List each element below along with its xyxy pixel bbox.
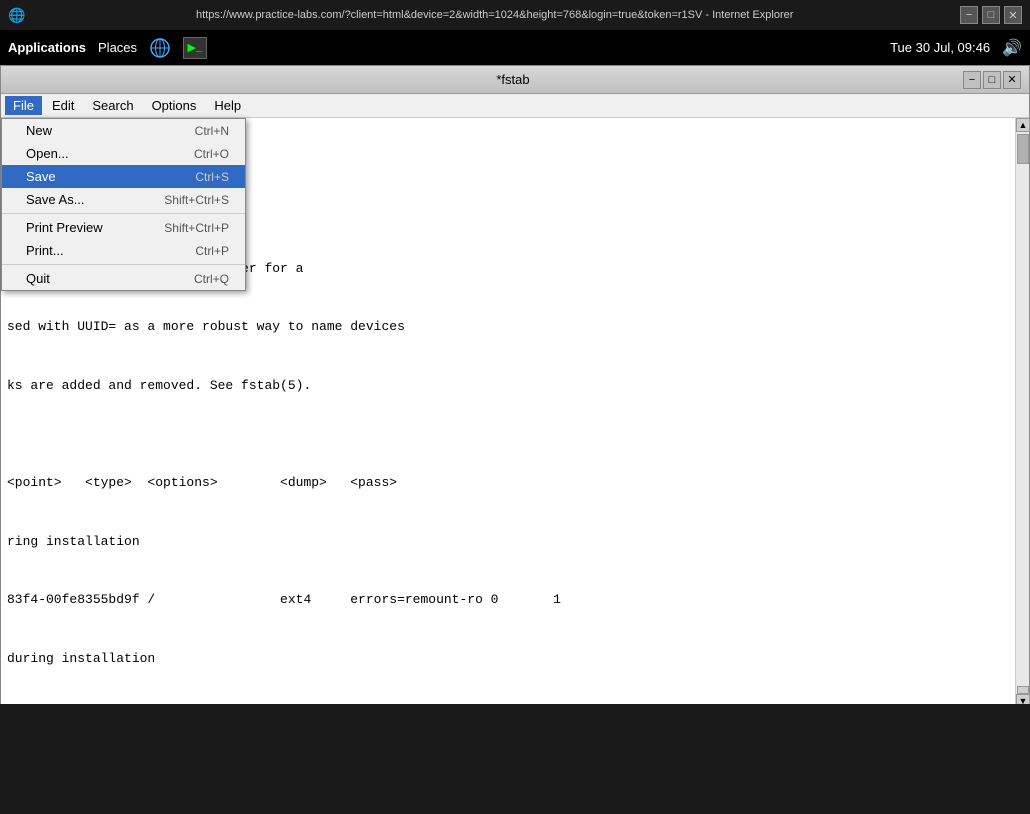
desktop-bottom-area — [0, 704, 1030, 814]
editor-window: *fstab − □ ✕ File Edit Search Options He… — [0, 65, 1030, 704]
browser-close-button[interactable]: ✕ — [1004, 6, 1022, 24]
browser-titlebar: 🌐 https://www.practice-labs.com/?client=… — [0, 0, 1030, 30]
browser-minimize-button[interactable]: − — [960, 6, 978, 24]
terminal-launcher[interactable]: ▶_ — [183, 37, 207, 59]
menu-save-label: Save — [26, 169, 56, 184]
browser-window-controls: − □ ✕ — [960, 6, 1022, 24]
applications-menu[interactable]: Applications — [8, 40, 86, 55]
content-line: ks are added and removed. See fstab(5). — [7, 376, 997, 396]
volume-icon[interactable]: 🔊 — [1002, 38, 1022, 58]
menu-print-preview-shortcut: Shift+Ctrl+P — [164, 221, 229, 235]
editor-window-controls: − □ ✕ — [963, 71, 1021, 89]
separator-2 — [2, 264, 245, 265]
desktop-taskbar: Applications Places ▶_ Tue 30 Jul, 09:46… — [0, 30, 1030, 65]
menu-print-preview[interactable]: Print Preview Shift+Ctrl+P — [2, 216, 245, 239]
menu-print-shortcut: Ctrl+P — [195, 244, 229, 258]
menu-open-shortcut: Ctrl+O — [194, 147, 229, 161]
menu-file[interactable]: File — [5, 96, 42, 115]
browser-launcher[interactable] — [149, 37, 171, 59]
vertical-scrollbar[interactable]: ▲ ▼ — [1015, 118, 1029, 708]
menu-options[interactable]: Options — [144, 96, 205, 115]
scrollbar-thumb[interactable] — [1017, 134, 1029, 164]
content-line: sed with UUID= as a more robust way to n… — [7, 317, 997, 337]
vm-desktop: *fstab − □ ✕ File Edit Search Options He… — [0, 65, 1030, 704]
menu-save-as-label: Save As... — [26, 192, 85, 207]
content-line: ring installation — [7, 532, 997, 552]
menu-quit-label: Quit — [26, 271, 50, 286]
menu-save-as[interactable]: Save As... Shift+Ctrl+S — [2, 188, 245, 211]
content-line: during installation — [7, 649, 997, 669]
menu-new-shortcut: Ctrl+N — [195, 124, 229, 138]
menu-print-preview-label: Print Preview — [26, 220, 103, 235]
scrollbar-middle-btn[interactable] — [1017, 686, 1029, 694]
scroll-up-button[interactable]: ▲ — [1016, 118, 1030, 132]
places-menu[interactable]: Places — [98, 40, 137, 55]
menu-quit-shortcut: Ctrl+Q — [194, 272, 229, 286]
browser-restore-button[interactable]: □ — [982, 6, 1000, 24]
menu-print-label: Print... — [26, 243, 64, 258]
menu-open[interactable]: Open... Ctrl+O — [2, 142, 245, 165]
menu-new[interactable]: New Ctrl+N — [2, 119, 245, 142]
editor-menubar: File Edit Search Options Help — [1, 94, 1029, 118]
menu-edit[interactable]: Edit — [44, 96, 82, 115]
file-menu-dropdown: New Ctrl+N Open... Ctrl+O Save Ctrl+S Sa… — [1, 118, 246, 291]
editor-restore-button[interactable]: □ — [983, 71, 1001, 89]
content-line: <point> <type> <options> <dump> <pass> — [7, 473, 997, 493]
menu-print[interactable]: Print... Ctrl+P — [2, 239, 245, 262]
menu-save[interactable]: Save Ctrl+S — [2, 165, 245, 188]
menu-save-as-shortcut: Shift+Ctrl+S — [164, 193, 229, 207]
menu-open-label: Open... — [26, 146, 69, 161]
menu-help[interactable]: Help — [206, 96, 249, 115]
editor-title: *fstab — [63, 72, 963, 87]
editor-titlebar: *fstab − □ ✕ — [1, 66, 1029, 94]
content-line: 83f4-00fe8355bd9f / ext4 errors=remount-… — [7, 590, 997, 610]
editor-minimize-button[interactable]: − — [963, 71, 981, 89]
menu-save-shortcut: Ctrl+S — [195, 170, 229, 184]
separator-1 — [2, 213, 245, 214]
scrollbar-track[interactable] — [1016, 132, 1029, 686]
menu-search[interactable]: Search — [84, 96, 141, 115]
menu-new-label: New — [26, 123, 52, 138]
browser-favicon: 🌐 — [8, 7, 25, 24]
browser-title: https://www.practice-labs.com/?client=ht… — [29, 9, 960, 21]
menu-quit[interactable]: Quit Ctrl+Q — [2, 267, 245, 290]
taskbar-clock: Tue 30 Jul, 09:46 — [890, 40, 990, 55]
editor-close-button[interactable]: ✕ — [1003, 71, 1021, 89]
